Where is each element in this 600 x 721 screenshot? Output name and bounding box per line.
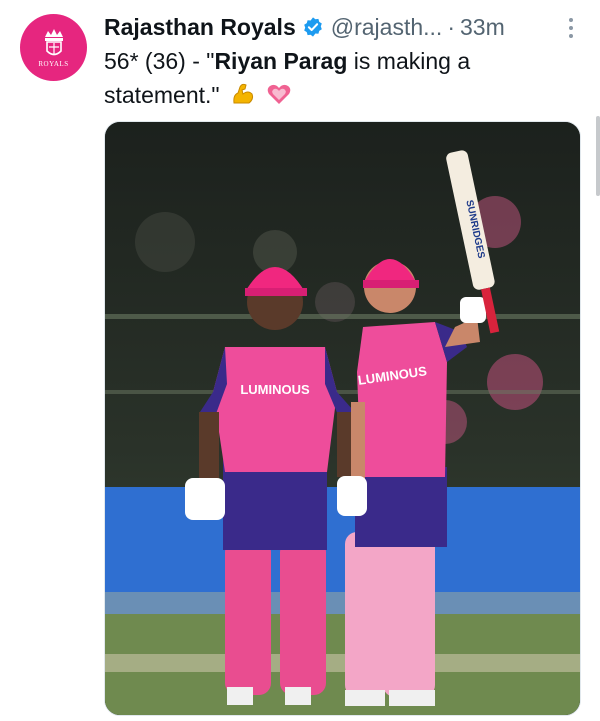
verified-badge-icon (303, 17, 322, 37)
photo-canvas: LUMINOUS LUMINOUS SUNRIDGES (105, 122, 580, 715)
tweet-timestamp[interactable]: 33m (460, 14, 505, 41)
more-options-icon[interactable] (562, 16, 580, 40)
avatar-brand-text: ROYALS (38, 60, 69, 68)
author-handle[interactable]: @rajasth... (331, 14, 443, 41)
author-name[interactable]: Rajasthan Royals (104, 14, 296, 41)
tweet-text: 56* (36) - "Riyan Parag is making a stat… (104, 44, 564, 112)
tweet-text-bold-name: Riyan Parag (214, 48, 348, 74)
crown-logo-icon (44, 29, 63, 56)
scrollbar-thumb[interactable] (596, 116, 600, 196)
left-jersey-text: LUMINOUS (240, 382, 310, 397)
tweet-text-prefix: 56* (36) - " (104, 48, 215, 74)
meta-separator: · (447, 13, 455, 40)
tweet-photo[interactable]: LUMINOUS LUMINOUS SUNRIDGES (104, 121, 581, 716)
tweet-header: Rajasthan Royals @rajasth... · 33m (104, 12, 584, 42)
flexed-biceps-icon (233, 83, 254, 104)
author-avatar[interactable]: ROYALS (20, 14, 87, 81)
growing-heart-icon (268, 84, 291, 104)
